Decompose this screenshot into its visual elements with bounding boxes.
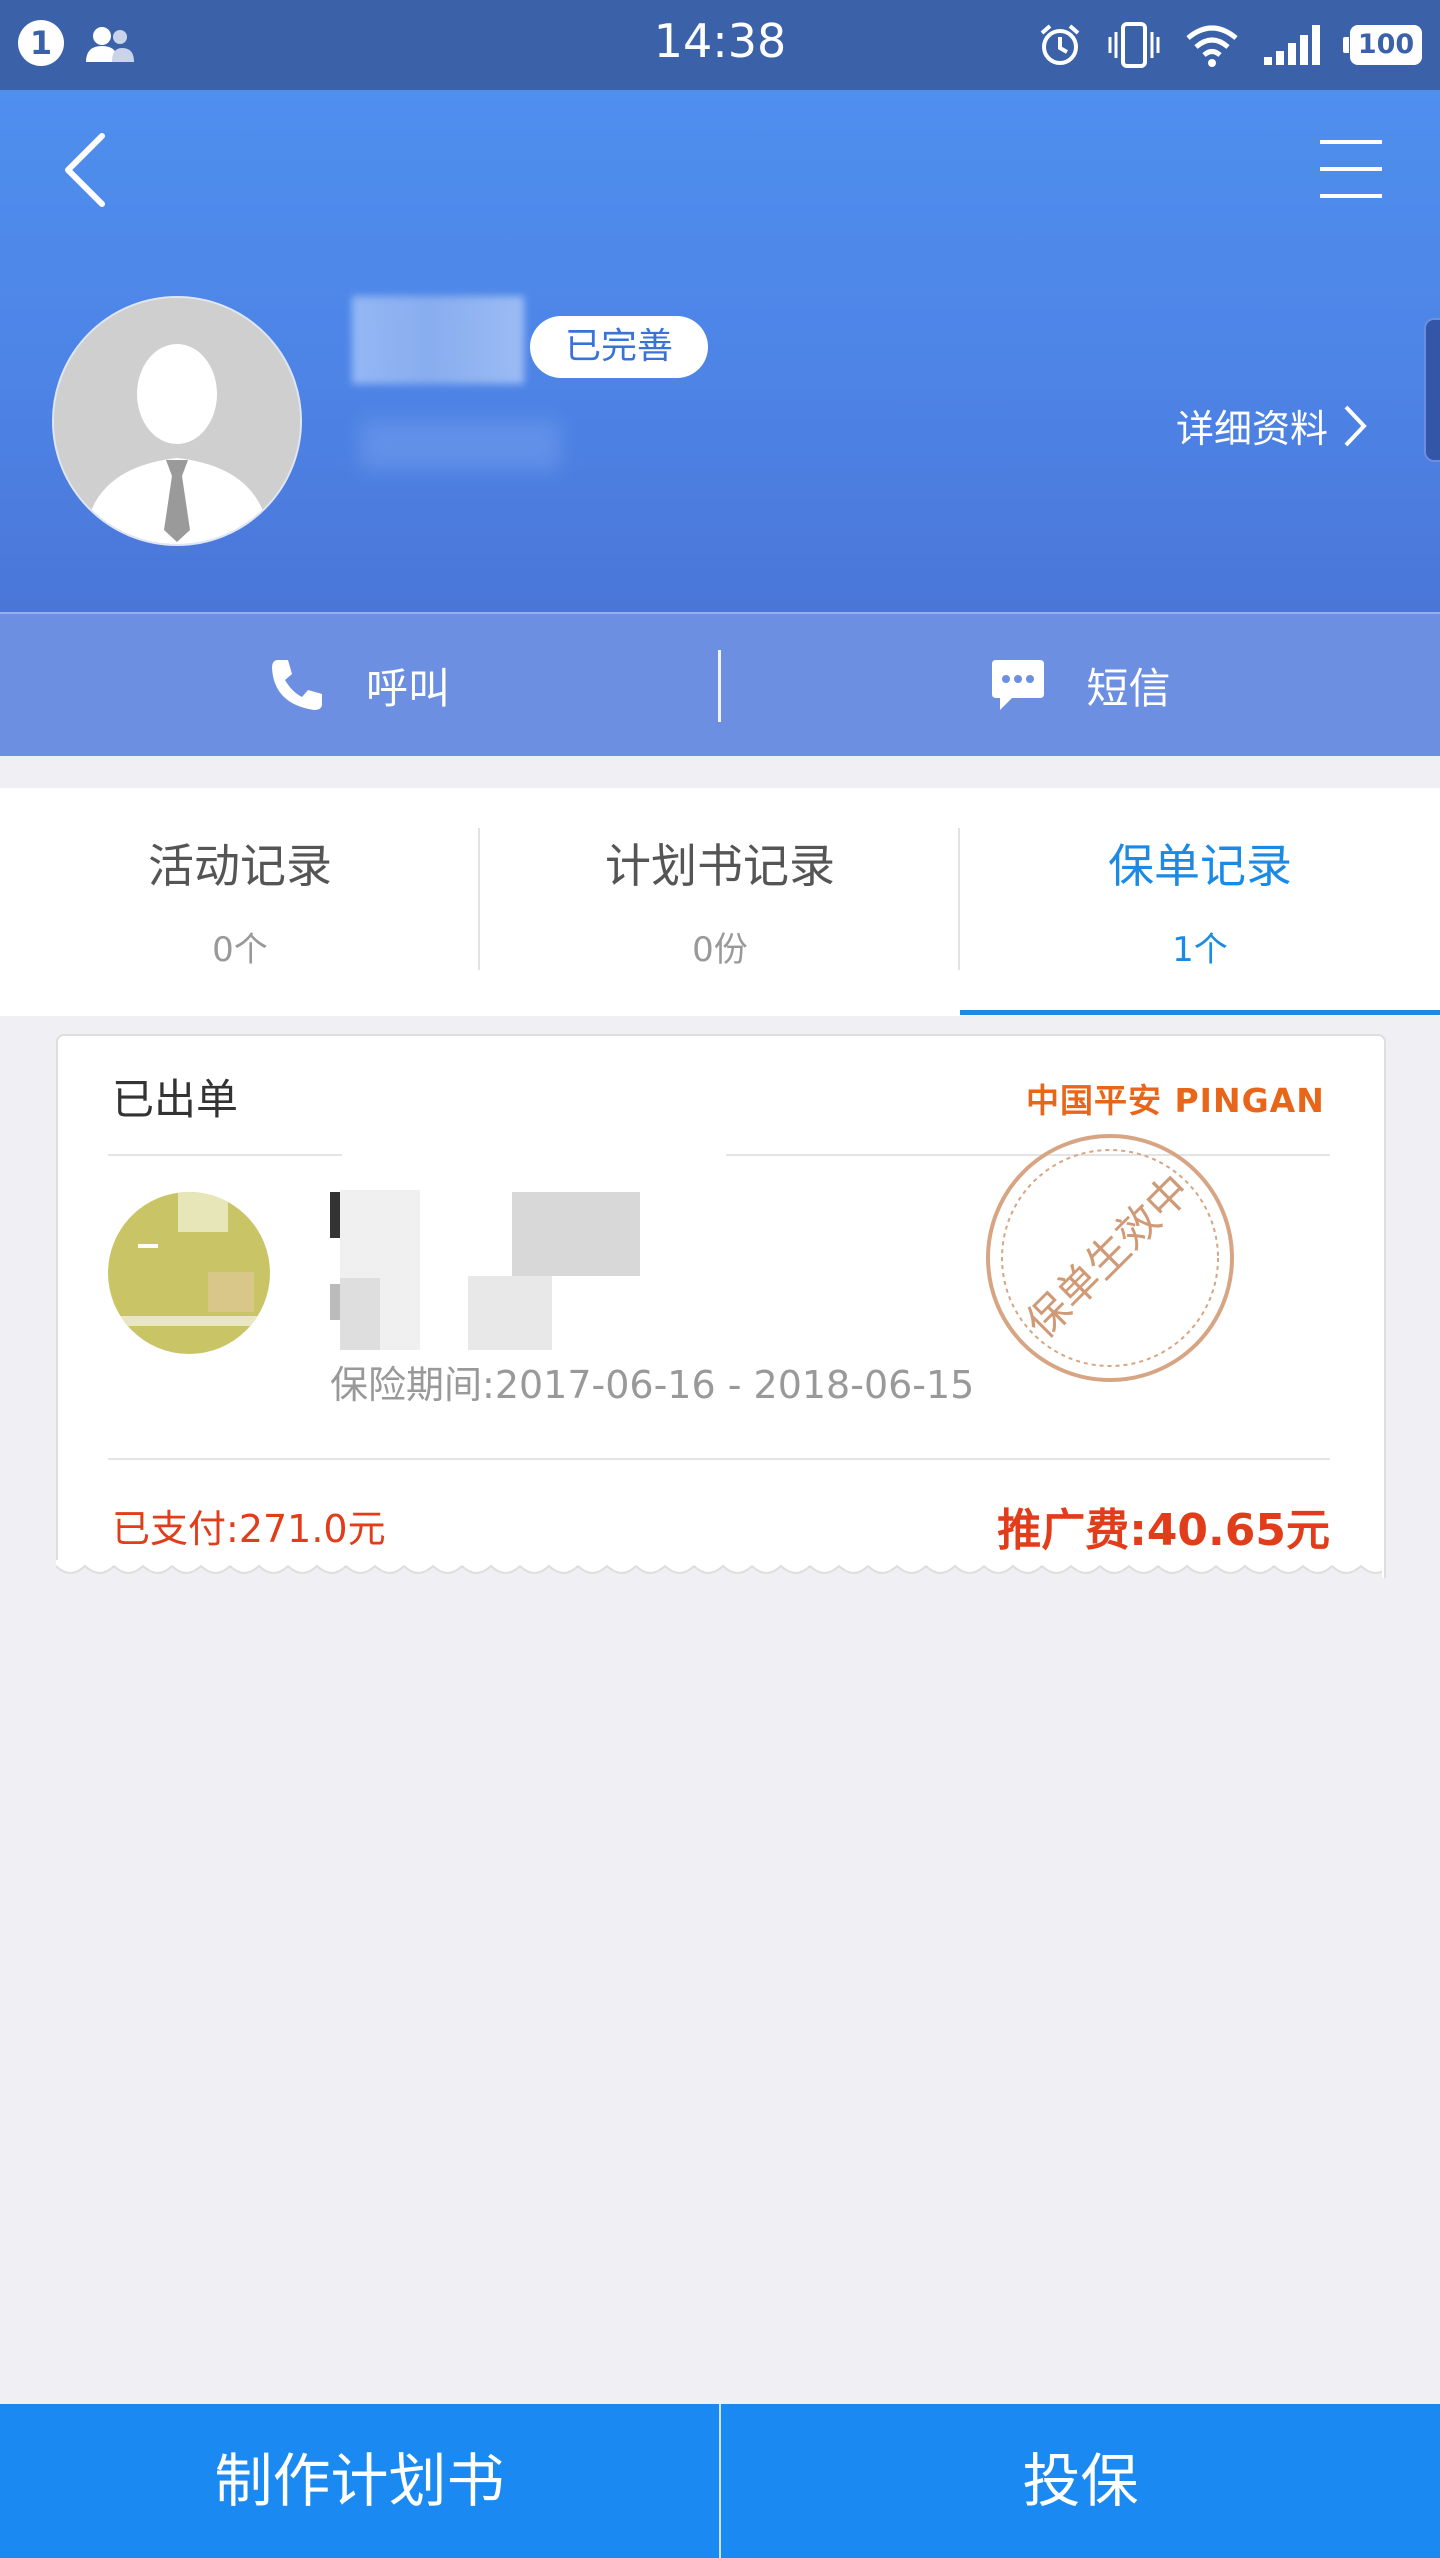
tab-activity-records[interactable]: 活动记录 0个 <box>0 788 480 1016</box>
tab-label: 计划书记录 <box>605 839 835 893</box>
policy-active-stamp: 保单生效中 <box>986 1134 1234 1382</box>
tab-policy-records[interactable]: 保单记录 1个 <box>960 788 1440 1016</box>
battery-icon: 100 <box>1343 25 1422 65</box>
product-desc-fragment <box>330 1284 340 1320</box>
stamp-text: 保单生效中 <box>1017 1165 1200 1348</box>
floating-side-handle[interactable] <box>1424 318 1440 462</box>
insurance-period-label: 保险期间: <box>330 1363 495 1407</box>
card-divider <box>108 1458 1330 1460</box>
customer-info-blurred <box>360 420 560 470</box>
fee-value: 40.65元 <box>1146 1505 1330 1556</box>
active-tab-indicator <box>960 1010 1440 1015</box>
tab-label: 活动记录 <box>148 839 332 893</box>
sms-label: 短信 <box>1086 663 1171 713</box>
tab-count: 1个 <box>1172 930 1228 970</box>
bottom-action-bar: 制作计划书 投保 <box>0 2404 1440 2558</box>
call-button[interactable]: 呼叫 <box>0 614 718 756</box>
chevron-right-icon <box>1344 405 1367 446</box>
tab-count: 0份 <box>692 930 748 970</box>
vibrate-icon <box>1108 22 1160 68</box>
policy-status: 已出单 <box>112 1075 239 1124</box>
detail-info-label: 详细资料 <box>1176 407 1329 451</box>
hamburger-menu-icon[interactable] <box>1318 138 1384 200</box>
wifi-icon <box>1186 25 1238 67</box>
make-plan-button[interactable]: 制作计划书 <box>0 2404 719 2558</box>
message-icon <box>992 660 1045 710</box>
pingan-logo: 中国平安 PINGAN <box>1026 1081 1325 1120</box>
alarm-icon <box>1040 24 1080 65</box>
avatar[interactable] <box>52 296 302 546</box>
phone-icon <box>271 660 322 710</box>
promotion-fee: 推广费:40.65元 <box>970 1494 1330 1558</box>
tab-count: 0个 <box>212 930 268 970</box>
record-tabs: 活动记录 0个 计划书记录 0份 保单记录 1个 <box>0 788 1440 1016</box>
insurance-period-value: 2017-06-16 - 2018-06-15 <box>494 1363 975 1407</box>
detail-info-link[interactable]: 详细资料 <box>1176 398 1368 453</box>
mosaic-block <box>340 1278 380 1350</box>
chevron-left-icon[interactable] <box>60 130 110 210</box>
product-image <box>108 1192 270 1354</box>
customer-name-blurred <box>352 296 524 384</box>
card-divider <box>108 1154 342 1156</box>
product-name-fragment <box>330 1192 340 1238</box>
profile-complete-badge: 已完善 <box>530 316 708 378</box>
insurance-period: 保险期间:2017-06-16 - 2018-06-15 <box>330 1354 974 1409</box>
paid-value: 271.0元 <box>238 1507 386 1551</box>
fee-label: 推广费: <box>997 1505 1147 1556</box>
tab-plan-records[interactable]: 计划书记录 0份 <box>480 788 960 1016</box>
mosaic-block <box>468 1276 552 1350</box>
signal-icon <box>1264 25 1320 65</box>
paid-amount: 已支付:271.0元 <box>112 1498 386 1553</box>
sms-button[interactable]: 短信 <box>721 614 1440 756</box>
tab-label: 保单记录 <box>1108 839 1292 893</box>
contact-action-bar: 呼叫 短信 <box>0 612 1440 756</box>
mosaic-block <box>512 1192 640 1276</box>
person-icon <box>54 298 300 544</box>
status-icons: 100 <box>1036 18 1422 72</box>
status-bar: 1 14:38 100 <box>0 0 1440 90</box>
insure-button[interactable]: 投保 <box>721 2404 1440 2558</box>
card-scalloped-edge <box>56 1560 1382 1584</box>
paid-label: 已支付: <box>112 1507 239 1551</box>
call-label: 呼叫 <box>365 663 450 713</box>
